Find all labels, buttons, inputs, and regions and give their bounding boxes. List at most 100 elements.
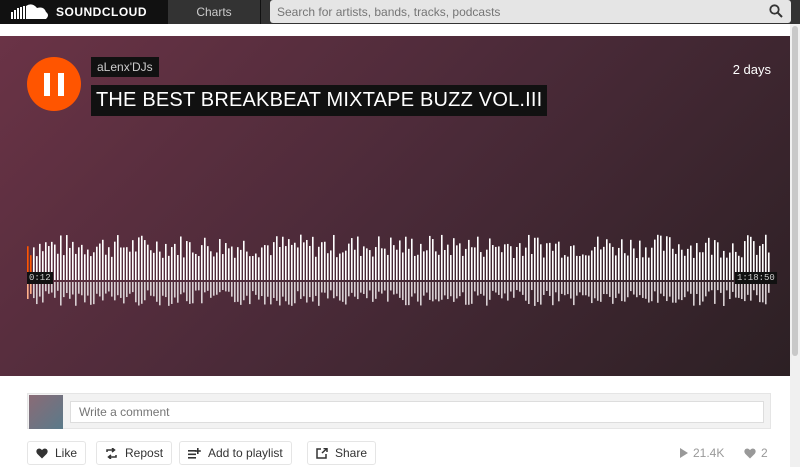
waveform-reflection-bar (606, 282, 608, 295)
waveform-bar (522, 255, 524, 280)
waveform-bar (636, 257, 638, 280)
waveform-bar (567, 256, 569, 280)
waveform-bar (282, 236, 284, 280)
add-to-playlist-button[interactable]: Add to playlist (179, 441, 292, 465)
waveform-reflection-bar (162, 282, 164, 296)
waveform-reflection-bar (765, 282, 767, 305)
waveform-bar (258, 257, 260, 280)
waveform-bar (231, 246, 233, 280)
waveform-reflection-bar (723, 282, 725, 306)
comment-bar (27, 393, 771, 429)
waveform-reflection-bar (297, 282, 299, 292)
pause-button[interactable] (27, 57, 81, 111)
waveform-bar (555, 243, 557, 280)
waveform-bar (153, 252, 155, 280)
waveform-reflection-bar (408, 282, 410, 306)
waveform-bar (537, 237, 539, 280)
waveform-bar (582, 254, 584, 280)
waveform-bar (447, 244, 449, 280)
waveform-reflection-bar (546, 282, 548, 292)
waveform-reflection-bar (285, 282, 287, 302)
waveform-bar (525, 247, 527, 280)
share-button[interactable]: Share (307, 441, 377, 465)
soundcloud-logo[interactable]: SOUNDCLOUD (0, 0, 168, 24)
waveform[interactable] (27, 220, 771, 316)
track-title[interactable]: THE BEST BREAKBEAT MIXTAPE BUZZ VOL.III (91, 85, 548, 116)
waveform-reflection-bar (69, 282, 71, 299)
artist-name[interactable]: aLenx'DJs (91, 57, 159, 77)
waveform-reflection-bar (522, 282, 524, 295)
waveform-bar (303, 242, 305, 280)
waveform-bar (288, 239, 290, 280)
scrollbar-thumb[interactable] (792, 26, 798, 356)
waveform-bar (222, 254, 224, 280)
waveform-reflection-bar (198, 282, 200, 291)
waveform-bar (354, 249, 356, 280)
waveform-bar (381, 248, 383, 280)
waveform-bar (330, 250, 332, 280)
waveform-bar (435, 251, 437, 280)
waveform-bar (255, 253, 257, 280)
waveform-reflection-bar (96, 282, 98, 294)
like-button[interactable]: Like (27, 441, 87, 465)
waveform-reflection-bar (339, 282, 341, 301)
waveform-reflection-bar (258, 282, 260, 300)
waveform-bar (588, 255, 590, 280)
waveform-bar (615, 255, 617, 280)
waveform-reflection-bar (237, 282, 239, 302)
waveform-bar (660, 235, 662, 280)
waveform-reflection-bar (54, 282, 56, 298)
waveform-bar (345, 250, 347, 280)
waveform-reflection-bar (744, 282, 746, 302)
waveform-reflection-bar (657, 282, 659, 303)
waveform-bar (690, 245, 692, 280)
waveform-reflection-bar (525, 282, 527, 301)
waveform-bar (669, 237, 671, 280)
waveform-reflection-bar (72, 282, 74, 295)
waveform-reflection-bar (450, 282, 452, 297)
waveform-bar (363, 246, 365, 280)
waveform-bar (216, 252, 218, 280)
waveform-bar (417, 254, 419, 280)
waveform-bar (399, 240, 401, 280)
waveform-bar (411, 238, 413, 280)
user-avatar (29, 395, 63, 429)
waveform-reflection-bar (618, 282, 620, 294)
waveform-reflection-bar (282, 282, 284, 297)
waveform-bar (720, 257, 722, 280)
waveform-reflection-bar (642, 282, 644, 298)
waveform-reflection-bar (381, 282, 383, 294)
search-icon[interactable] (769, 4, 783, 18)
play-count: 21.4K (680, 446, 724, 460)
waveform-bar (351, 238, 353, 280)
waveform-bar (252, 256, 254, 280)
like-label: Like (55, 446, 78, 460)
waveform-bar (639, 240, 641, 280)
waveform-reflection-bar (102, 282, 104, 301)
waveform-reflection-bar (33, 282, 35, 299)
nav-charts[interactable]: Charts (168, 0, 261, 24)
waveform-reflection-bar (597, 282, 599, 301)
search-input[interactable] (270, 0, 791, 23)
waveform-reflection-bar (207, 282, 209, 291)
repost-button[interactable]: Repost (96, 441, 173, 465)
waveform-reflection-bar (576, 282, 578, 296)
waveform-bar (426, 250, 428, 280)
comment-input[interactable] (70, 401, 764, 423)
waveform-reflection-bar (507, 282, 509, 301)
waveform-reflection-bar (741, 282, 743, 300)
waveform-bar (267, 245, 269, 280)
waveform-bar (84, 254, 86, 280)
waveform-reflection-bar (636, 282, 638, 298)
waveform-bar (501, 252, 503, 280)
waveform-bar (63, 255, 65, 280)
waveform-bar (105, 254, 107, 280)
waveform-bar (483, 256, 485, 280)
waveform-reflection-bar (531, 282, 533, 291)
waveform-bar (408, 248, 410, 280)
waveform-bar (477, 236, 479, 280)
waveform-bar (681, 249, 683, 280)
soundcloud-cloud-icon (11, 4, 48, 20)
waveform-reflection-bar (147, 282, 149, 291)
waveform-reflection-bar (711, 282, 713, 291)
